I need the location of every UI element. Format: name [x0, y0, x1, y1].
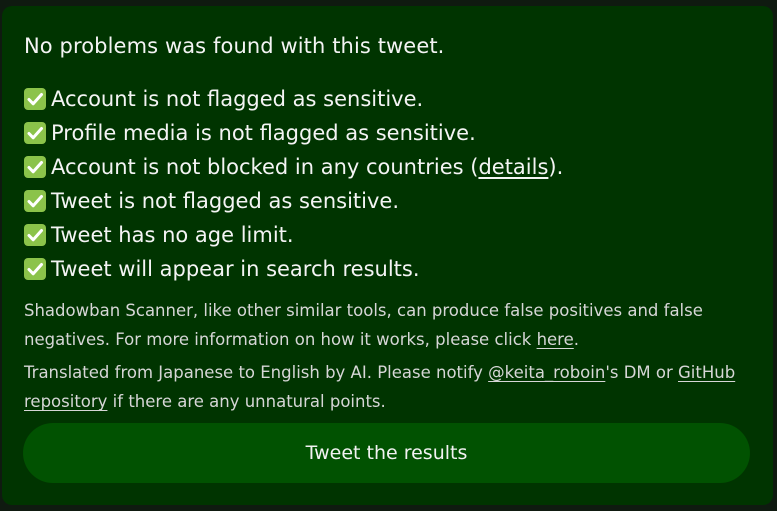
check-label: Account is not blocked in any countries … — [51, 155, 563, 179]
result-headline: No problems was found with this tweet. — [24, 34, 445, 58]
check-label: Tweet is not flagged as sensitive. — [51, 189, 399, 213]
check-label-suffix: ). — [548, 155, 564, 179]
check-label: Profile media is not flagged as sensitiv… — [51, 121, 476, 145]
check-box-icon — [24, 224, 46, 246]
check-item-country-block: Account is not blocked in any countries … — [24, 150, 563, 184]
disclaimer-suffix: . — [573, 330, 580, 349]
author-link[interactable]: @keita_roboin — [488, 363, 605, 382]
check-item-profile-media: Profile media is not flagged as sensitiv… — [24, 116, 563, 150]
check-list: Account is not flagged as sensitive. Pro… — [24, 82, 563, 286]
check-box-icon — [24, 156, 46, 178]
check-box-icon — [24, 88, 46, 110]
check-item-account-sensitive: Account is not flagged as sensitive. — [24, 82, 563, 116]
translation-suffix: if there are any unnatural points. — [107, 392, 386, 411]
tweet-results-button[interactable]: Tweet the results — [23, 423, 750, 483]
check-box-icon — [24, 190, 46, 212]
check-box-icon — [24, 122, 46, 144]
check-box-icon — [24, 258, 46, 280]
check-item-tweet-sensitive: Tweet is not flagged as sensitive. — [24, 184, 563, 218]
check-label: Account is not flagged as sensitive. — [51, 87, 424, 111]
scan-result-card: No problems was found with this tweet. A… — [2, 6, 773, 505]
translation-middle: 's DM or — [605, 363, 678, 382]
check-label: Tweet will appear in search results. — [51, 257, 420, 281]
check-item-search-results: Tweet will appear in search results. — [24, 252, 563, 286]
disclaimer-note: Shadowban Scanner, like other similar to… — [24, 296, 754, 354]
here-link[interactable]: here — [537, 330, 574, 349]
check-label-prefix: Account is not blocked in any countries … — [51, 155, 479, 179]
details-link[interactable]: details — [478, 155, 548, 179]
translation-note: Translated from Japanese to English by A… — [24, 358, 754, 416]
translation-prefix: Translated from Japanese to English by A… — [24, 363, 489, 382]
disclaimer-text: Shadowban Scanner, like other similar to… — [24, 301, 703, 349]
check-item-age-limit: Tweet has no age limit. — [24, 218, 563, 252]
check-label: Tweet has no age limit. — [51, 223, 294, 247]
